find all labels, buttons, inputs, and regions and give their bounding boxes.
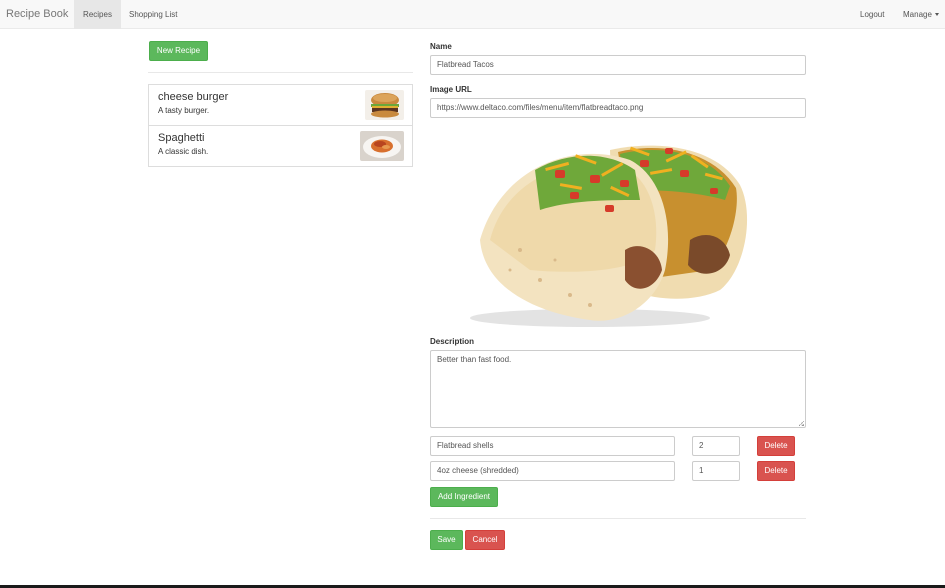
delete-ingredient-button[interactable]: Delete — [757, 461, 795, 481]
recipe-image — [440, 130, 762, 333]
ingredient-amount-input[interactable]: 1 — [692, 461, 740, 481]
nav-logout[interactable]: Logout — [860, 0, 884, 29]
manage-label: Manage — [903, 10, 932, 19]
recipe-list-item[interactable]: Spaghetti A classic dish. — [148, 125, 413, 167]
recipe-description: A tasty burger. — [158, 106, 210, 115]
name-label: Name — [430, 42, 452, 51]
resize-handle-icon[interactable] — [799, 421, 804, 426]
save-button[interactable]: Save — [430, 530, 463, 550]
spaghetti-thumbnail-image — [360, 131, 404, 161]
description-label: Description — [430, 337, 475, 346]
cancel-button[interactable]: Cancel — [465, 530, 505, 550]
delete-ingredient-button[interactable]: Delete — [757, 436, 795, 456]
nav-shopping-list[interactable]: Shopping List — [129, 0, 177, 29]
divider — [148, 72, 413, 73]
recipe-list: cheese burger A tasty burger. Spaghetti … — [148, 84, 413, 167]
recipe-description: A classic dish. — [158, 147, 209, 156]
new-recipe-button[interactable]: New Recipe — [149, 41, 208, 61]
recipe-name: Spaghetti — [158, 132, 205, 144]
recipe-list-item[interactable]: cheese burger A tasty burger. — [148, 84, 413, 126]
divider — [430, 518, 806, 519]
image-url-input[interactable]: https://www.deltaco.com/files/menu/item/… — [430, 98, 806, 118]
name-input[interactable]: Flatbread Tacos — [430, 55, 806, 75]
image-url-label: Image URL — [430, 85, 472, 94]
brand[interactable]: Recipe Book — [6, 8, 68, 20]
ingredient-amount-input[interactable]: 2 — [692, 436, 740, 456]
nav-manage-dropdown[interactable]: Manage — [903, 0, 939, 29]
ingredient-name-input[interactable]: 4oz cheese (shredded) — [430, 461, 675, 481]
description-textarea[interactable]: Better than fast food. — [430, 350, 806, 428]
recipe-name: cheese burger — [158, 91, 229, 103]
navbar: Recipe Book Recipes Shopping List Logout… — [0, 0, 945, 29]
burger-thumbnail-image — [365, 90, 404, 120]
ingredient-name-input[interactable]: Flatbread shells — [430, 436, 675, 456]
add-ingredient-button[interactable]: Add Ingredient — [430, 487, 498, 507]
caret-down-icon — [934, 13, 939, 17]
description-text: Better than fast food. — [437, 355, 512, 364]
nav-recipes[interactable]: Recipes — [74, 0, 121, 29]
